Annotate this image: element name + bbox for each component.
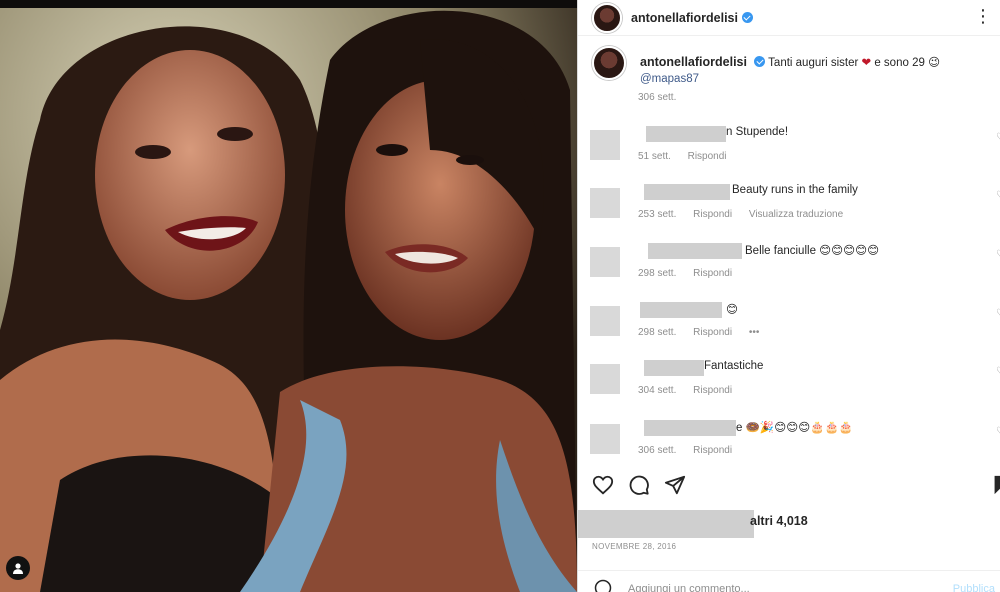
redacted-username [644, 420, 736, 436]
caption-text-end: e sono 29 [874, 57, 925, 69]
instagram-post-screenshot: antonellafiordelisi ⋮ antonellafiordelis… [0, 0, 1000, 592]
more-options-icon[interactable]: ⋮ [974, 6, 993, 27]
like-comment-icon[interactable]: ♡ [996, 190, 1000, 201]
comment-avatar[interactable] [590, 424, 620, 454]
verified-badge-icon [741, 12, 753, 23]
like-icon[interactable] [592, 474, 614, 496]
comment-meta: 306 sett. Rispondi [638, 445, 746, 456]
author-avatar[interactable] [592, 2, 622, 33]
comment-time: 304 sett. [638, 385, 677, 396]
reply-button[interactable]: Rispondi [693, 209, 732, 220]
translate-button[interactable]: Visualizza traduzione [749, 209, 843, 220]
comment-text: 😊 [726, 304, 738, 316]
comment-time: 306 sett. [638, 445, 677, 456]
comment-item: Belle fanciulle 😊😊😊😊😊 298 sett. Rispondi… [590, 243, 1000, 295]
comment-text: Fantastiche [704, 360, 764, 372]
likes-count[interactable]: altri 4,018 [750, 514, 808, 528]
post-date: NOVEMBRE 28, 2016 [592, 542, 677, 551]
redacted-username [640, 302, 722, 318]
caption-text: antonellafiordelisi Tanti auguri sister … [640, 54, 970, 87]
comment-item: n Stupende! 51 sett. Rispondi ♡ [590, 126, 1000, 178]
redacted-username [644, 184, 730, 200]
redacted-username [644, 360, 704, 376]
comment-avatar[interactable] [590, 247, 620, 277]
comment-text: n Stupende! [726, 126, 789, 138]
like-comment-icon[interactable]: ♡ [996, 132, 1000, 143]
publish-button[interactable]: Pubblica [953, 583, 995, 592]
comment-icon[interactable] [628, 474, 650, 496]
more-options-button[interactable]: ••• [749, 327, 760, 338]
caption-time: 306 sett. [638, 92, 677, 103]
verified-badge-icon [754, 56, 766, 67]
reply-button[interactable]: Rispondi [693, 445, 732, 456]
user-silhouette-icon [13, 563, 23, 574]
comment-item: e 🍩🎉😊😊😊🎂🎂🎂 306 sett. Rispondi ♡ [590, 420, 1000, 472]
caption-mention[interactable]: @mapas87 [640, 73, 699, 85]
comment-meta: 298 sett. Rispondi [638, 268, 746, 279]
reply-button[interactable]: Rispondi [693, 268, 732, 279]
comment-avatar[interactable] [590, 188, 620, 218]
save-icon[interactable] [992, 474, 1000, 496]
redacted-likers [578, 510, 754, 538]
caption-avatar[interactable] [592, 46, 626, 80]
comment-text: Belle fanciulle 😊😊😊😊😊 [745, 245, 880, 257]
comment-time: 298 sett. [638, 268, 677, 279]
comment-meta: 298 sett. Rispondi ••• [638, 327, 773, 338]
comment-text: e 🍩🎉😊😊😊🎂🎂🎂 [736, 422, 854, 434]
post-header: antonellafiordelisi ⋮ [578, 0, 1000, 36]
post-details-panel: antonellafiordelisi ⋮ antonellafiordelis… [577, 0, 1000, 592]
like-comment-icon[interactable]: ♡ [996, 426, 1000, 437]
reply-button[interactable]: Rispondi [688, 151, 727, 162]
caption-username[interactable]: antonellafiordelisi [640, 55, 747, 69]
post-actions [592, 474, 1000, 500]
redacted-username [648, 243, 742, 259]
comment-input[interactable]: Aggiungi un commento... [628, 583, 750, 592]
heart-emoji-icon: ❤ [861, 57, 872, 69]
comment-item: 😊 298 sett. Rispondi ••• ♡ [590, 302, 1000, 354]
emoji-icon[interactable] [594, 579, 612, 592]
post-photo[interactable] [0, 0, 577, 592]
reply-button[interactable]: Rispondi [693, 327, 732, 338]
add-comment-bar: Aggiungi un commento... Pubblica [578, 570, 1000, 592]
comment-text: Beauty runs in the family [732, 184, 858, 196]
author-username[interactable]: antonellafiordelisi [631, 11, 738, 25]
comment-item: Beauty runs in the family 253 sett. Risp… [590, 184, 1000, 236]
comment-meta: 253 sett. Rispondi Visualizza traduzione [638, 209, 857, 220]
share-icon[interactable] [664, 474, 686, 496]
comment-avatar[interactable] [590, 130, 620, 160]
wink-emoji-icon: 😉 [928, 57, 941, 69]
caption-text-start: Tanti auguri sister [768, 57, 859, 69]
comment-meta: 304 sett. Rispondi [638, 385, 746, 396]
like-comment-icon[interactable]: ♡ [996, 249, 1000, 260]
comment-meta: 51 sett. Rispondi [638, 151, 741, 162]
comment-avatar[interactable] [590, 306, 620, 336]
comment-avatar[interactable] [590, 364, 620, 394]
redacted-username [646, 126, 726, 142]
comment-time: 253 sett. [638, 209, 677, 220]
comment-time: 298 sett. [638, 327, 677, 338]
tagged-users-icon[interactable] [6, 556, 30, 580]
like-comment-icon[interactable]: ♡ [996, 308, 1000, 319]
like-comment-icon[interactable]: ♡ [996, 366, 1000, 377]
reply-button[interactable]: Rispondi [693, 385, 732, 396]
comment-item: Fantastiche 304 sett. Rispondi ♡ [590, 360, 1000, 412]
comment-time: 51 sett. [638, 151, 671, 162]
post-photo-illustration [0, 0, 577, 592]
